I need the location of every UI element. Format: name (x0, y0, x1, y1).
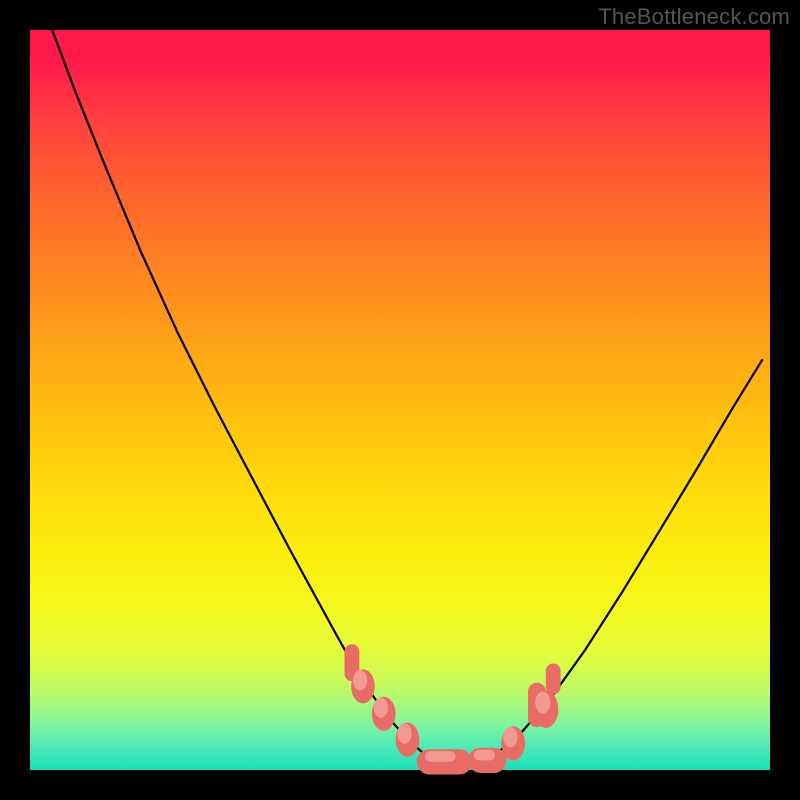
marker-highlight (425, 751, 456, 762)
marker-highlight (397, 723, 411, 743)
chart-frame: TheBottleneck.com (0, 0, 800, 800)
marker-highlight (503, 727, 517, 747)
bottom-markers (345, 644, 561, 774)
marker-highlight (535, 692, 550, 714)
watermark-text: TheBottleneck.com (598, 4, 790, 30)
plot-svg (30, 30, 770, 770)
plot-area (30, 30, 770, 770)
marker-highlight (374, 697, 388, 717)
marker-vbar (546, 663, 561, 694)
marker-highlight (353, 670, 367, 690)
bottleneck-curve (52, 30, 762, 765)
marker-highlight (474, 750, 495, 761)
